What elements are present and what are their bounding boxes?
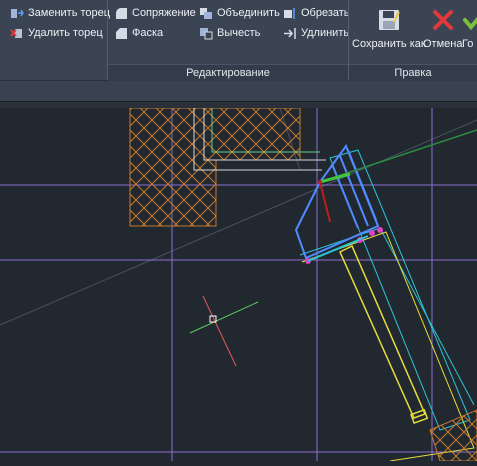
- cancel-button[interactable]: Отмена: [423, 6, 462, 50]
- delete-end-label: Удалить торец: [28, 27, 103, 39]
- subtract-label: Вычесть: [217, 27, 261, 39]
- trim-label: Обрезать: [301, 7, 350, 19]
- wall-hatch-corner: [429, 409, 477, 461]
- cursor-crosshair: [202, 295, 237, 367]
- replace-end-label: Заменить торец: [28, 7, 111, 19]
- replace-end-button[interactable]: Заменить торец: [10, 5, 110, 21]
- subtract-button[interactable]: Вычесть: [199, 25, 260, 41]
- grip-point[interactable]: [369, 230, 375, 236]
- file-tab-bar: [0, 81, 477, 102]
- extend-icon: [283, 27, 297, 40]
- fillet-label: Сопряжение: [132, 7, 196, 19]
- green-check-icon: [462, 6, 477, 34]
- union-icon: [199, 7, 213, 20]
- panel-modify-title: Правка: [349, 64, 477, 81]
- save-as-label: Сохранить как: [352, 38, 426, 50]
- selection-outline: [331, 149, 377, 229]
- chamfer-icon: [114, 27, 128, 40]
- drawing-svg: [0, 108, 477, 461]
- trim-button[interactable]: Обрезать: [283, 5, 350, 21]
- replace-end-icon: [10, 7, 24, 20]
- extend-label: Удлинить: [301, 27, 350, 39]
- cursor-crosshair: [189, 301, 259, 334]
- panel-edit-title: Редактирование: [108, 64, 348, 81]
- done-label: Го: [462, 38, 474, 50]
- delete-end-button[interactable]: Удалить торец: [10, 25, 103, 41]
- floppy-save-icon: [375, 6, 403, 34]
- fillet-button[interactable]: Сопряжение: [114, 5, 196, 21]
- union-label: Объединить: [217, 7, 280, 19]
- chamfer-button[interactable]: Фаска: [114, 25, 163, 41]
- chamfer-label: Фаска: [132, 27, 164, 39]
- save-as-button[interactable]: Сохранить как: [352, 6, 426, 50]
- wall-hatch: [129, 108, 301, 227]
- grip-point[interactable]: [377, 227, 383, 233]
- ucs-origin: [318, 180, 322, 184]
- frame-outline: [299, 227, 475, 406]
- subtract-icon: [199, 27, 213, 40]
- union-button[interactable]: Объединить: [199, 5, 280, 21]
- trim-icon: [283, 7, 297, 20]
- extend-button[interactable]: Удлинить: [283, 25, 349, 41]
- drawing-canvas[interactable]: [0, 108, 477, 461]
- fillet-icon: [114, 7, 128, 20]
- cancel-label: Отмена: [423, 38, 463, 50]
- ucs-y-axis: [319, 181, 331, 223]
- done-button[interactable]: Го: [462, 6, 477, 50]
- door-handle-outline: [339, 244, 427, 419]
- delete-end-icon: [10, 27, 24, 40]
- selection-outline: [294, 143, 380, 260]
- ribbon: Заменить торец Удалить торец Сопряжение …: [0, 0, 477, 81]
- red-x-icon: [429, 6, 457, 34]
